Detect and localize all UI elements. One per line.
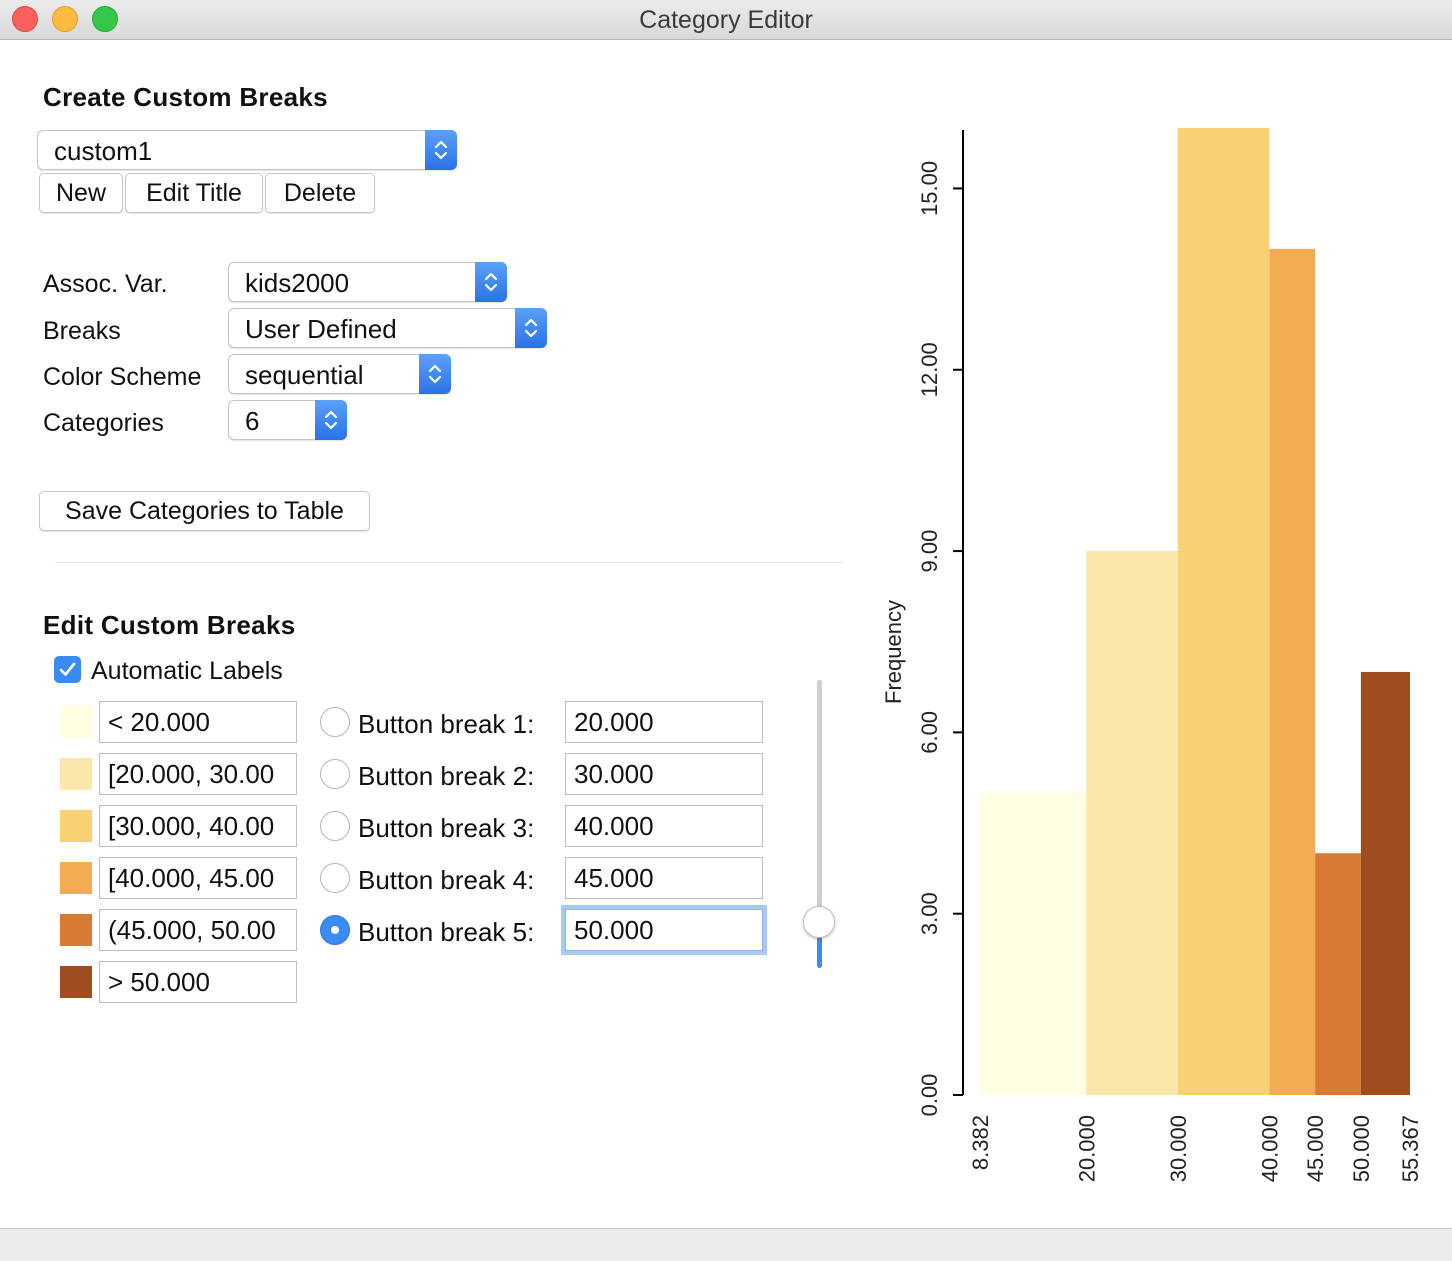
y-tick-label-5: 12.00 [917,342,942,397]
categories-select[interactable]: 6 [228,400,347,440]
custom-breaks-value: custom1 [54,136,153,166]
break-1-radio[interactable] [320,707,350,737]
break-5-radio[interactable] [320,915,350,945]
histogram-bar-2 [1086,551,1178,1095]
edit-title-button[interactable]: Edit Title [125,173,263,213]
break-4-radio[interactable] [320,863,350,893]
x-tick-label-4: 40.000 [1257,1115,1282,1182]
histogram-bar-4 [1269,248,1316,1095]
break-2-radio[interactable] [320,759,350,789]
break-5-label: Button break 5: [358,917,535,947]
window-title: Category Editor [639,6,813,34]
color-scheme-select[interactable]: sequential [228,354,451,394]
y-axis-title: Frequency [881,600,906,704]
break-3-value-field[interactable]: 40.000 [565,805,763,847]
title-bar: Category Editor [0,0,1452,40]
category-1-swatch [60,706,92,738]
color-scheme-label: Color Scheme [43,363,202,391]
category-5-swatch [60,914,92,946]
checkmark-icon [59,662,76,676]
y-tick-label-3: 6.00 [917,711,942,754]
select-stepper-icon [425,130,457,170]
histogram-bar-3 [1177,128,1270,1095]
histogram-chart: 0.00 3.00 6.00 9.00 12.00 15.00 8.382 20.000 30… [881,128,1423,1182]
y-tick-label-6: 15.00 [917,161,942,216]
break-5-value-field[interactable]: 50.000 [565,909,763,951]
section-divider [55,562,843,563]
break-2-value-field[interactable]: 30.000 [565,753,763,795]
category-4-swatch [60,862,92,894]
status-bar [0,1228,1452,1261]
select-stepper-icon [419,354,451,394]
categories-label: Categories [43,409,164,437]
category-3-label-field[interactable]: [30.000, 40.00 [99,805,297,847]
break-slider-knob[interactable] [803,906,835,938]
x-tick-label-1: 8.382 [968,1115,993,1170]
color-scheme-value: sequential [245,360,364,390]
x-tick-label-3: 30.000 [1166,1115,1191,1182]
save-categories-button[interactable]: Save Categories to Table [39,491,370,531]
edit-custom-breaks-heading: Edit Custom Breaks [43,610,296,640]
x-tick-label-2: 20.000 [1074,1115,1099,1182]
y-tick-label-2: 3.00 [917,892,942,935]
breaks-value: User Defined [245,314,397,344]
category-1-label-field[interactable]: < 20.000 [99,701,297,743]
category-4-label-field[interactable]: [40.000, 45.00 [99,857,297,899]
assoc-var-select[interactable]: kids2000 [228,262,507,302]
select-stepper-icon [315,400,347,440]
create-custom-breaks-heading: Create Custom Breaks [43,82,328,112]
category-2-swatch [60,758,92,790]
break-3-radio[interactable] [320,811,350,841]
break-4-value-field[interactable]: 45.000 [565,857,763,899]
histogram-bar-5 [1315,853,1361,1095]
y-tick-label-1: 0.00 [917,1074,942,1117]
categories-value: 6 [245,406,260,436]
assoc-var-label: Assoc. Var. [43,270,168,298]
category-6-swatch [60,966,92,998]
new-button[interactable]: New [39,173,123,213]
select-stepper-icon [515,308,547,348]
breaks-select[interactable]: User Defined [228,308,547,348]
category-5-label-field[interactable]: (45.000, 50.00 [99,909,297,951]
histogram-bar-6 [1360,671,1410,1095]
custom-breaks-select[interactable]: custom1 [37,130,457,170]
break-4-label: Button break 4: [358,865,535,895]
category-3-swatch [60,810,92,842]
delete-button[interactable]: Delete [265,173,375,213]
select-stepper-icon [475,262,507,302]
break-2-label: Button break 2: [358,761,535,791]
breaks-label: Breaks [43,317,121,345]
histogram-bar-1 [980,792,1087,1095]
category-2-label-field[interactable]: [20.000, 30.00 [99,753,297,795]
x-tick-label-6: 50.000 [1349,1115,1374,1182]
y-tick-label-4: 9.00 [917,530,942,573]
break-1-label: Button break 1: [358,709,535,739]
x-tick-label-7: 55.367 [1398,1115,1423,1182]
automatic-labels-checkbox[interactable] [54,656,81,683]
break-1-value-field[interactable]: 20.000 [565,701,763,743]
x-tick-label-5: 45.000 [1303,1115,1328,1182]
automatic-labels-label: Automatic Labels [91,657,283,685]
assoc-var-value: kids2000 [245,268,350,298]
category-6-label-field[interactable]: > 50.000 [99,961,297,1003]
break-3-label: Button break 3: [358,813,535,843]
